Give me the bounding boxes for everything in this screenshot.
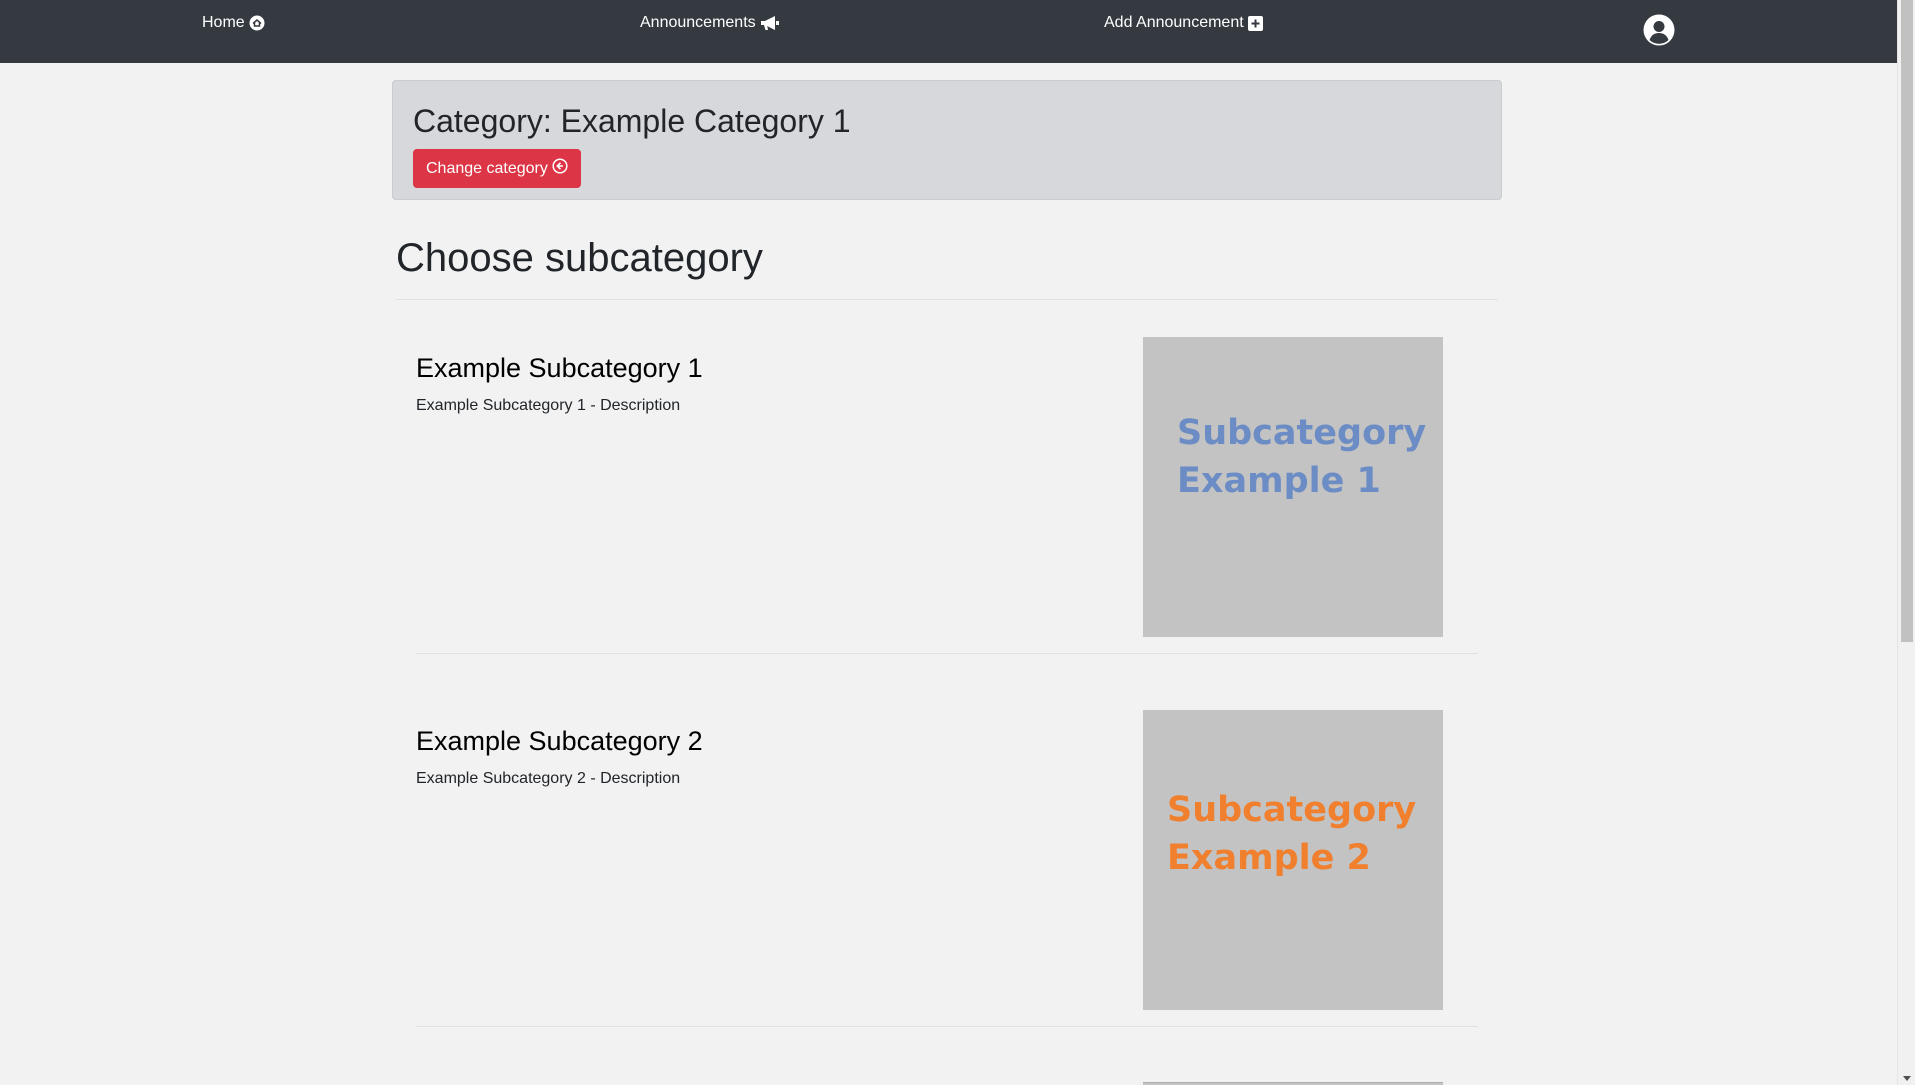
nav-announcements-label: Announcements — [640, 14, 756, 31]
scrollbar-thumb[interactable] — [1901, 0, 1913, 642]
section-divider — [396, 299, 1498, 300]
subcategory-title: Example Subcategory 2 — [416, 726, 703, 756]
category-header: Category: Example Category 1 Change cate… — [392, 80, 1502, 200]
subcategory-divider — [416, 653, 1478, 654]
subcategory-divider — [416, 1026, 1478, 1027]
nav-home-link[interactable]: Home — [202, 14, 265, 32]
home-circle-icon — [249, 15, 265, 31]
thumbnail-caption-line1: Subcategory — [1167, 790, 1417, 830]
nav-home-label: Home — [202, 14, 245, 31]
top-navbar: Home Announcements Add Announcement — [0, 0, 1897, 63]
page-title: Choose subcategory — [396, 236, 763, 280]
thumbnail-caption: Subcategory Example 2 — [1167, 786, 1416, 882]
subcategory-item-2[interactable]: Example Subcategory 2 Example Subcategor… — [416, 710, 1478, 1046]
thumbnail-caption-line2: Example 1 — [1177, 461, 1381, 501]
megaphone-icon — [760, 15, 780, 31]
user-circle-icon — [1643, 14, 1675, 50]
subcategory-title: Example Subcategory 1 — [416, 353, 703, 383]
subcategory-thumbnail[interactable]: Subcategory Example 2 — [1143, 710, 1443, 1010]
plus-square-icon — [1247, 15, 1263, 31]
user-account-button[interactable] — [1643, 14, 1675, 46]
scroll-down-arrow-icon[interactable] — [1903, 1076, 1911, 1081]
arrow-left-circle-icon — [552, 158, 568, 179]
category-title: Category: Example Category 1 — [413, 103, 851, 139]
change-category-button[interactable]: Change category — [413, 149, 581, 188]
thumbnail-caption-line2: Example 2 — [1167, 838, 1371, 878]
thumbnail-caption: Subcategory Example 1 — [1177, 409, 1426, 505]
change-category-label: Change category — [426, 159, 548, 177]
subcategory-thumbnail[interactable]: Subcategory Example 1 — [1143, 337, 1443, 637]
subcategory-item-1[interactable]: Example Subcategory 1 Example Subcategor… — [416, 337, 1478, 673]
subcategory-description: Example Subcategory 1 - Description — [416, 397, 681, 414]
thumbnail-caption-line1: Subcategory — [1177, 413, 1427, 453]
nav-announcements-link[interactable]: Announcements — [640, 14, 780, 32]
nav-add-announcement-link[interactable]: Add Announcement — [1104, 14, 1263, 32]
nav-add-label: Add Announcement — [1104, 14, 1244, 31]
subcategory-description: Example Subcategory 2 - Description — [416, 770, 681, 787]
page-scrollbar[interactable] — [1897, 0, 1915, 1085]
